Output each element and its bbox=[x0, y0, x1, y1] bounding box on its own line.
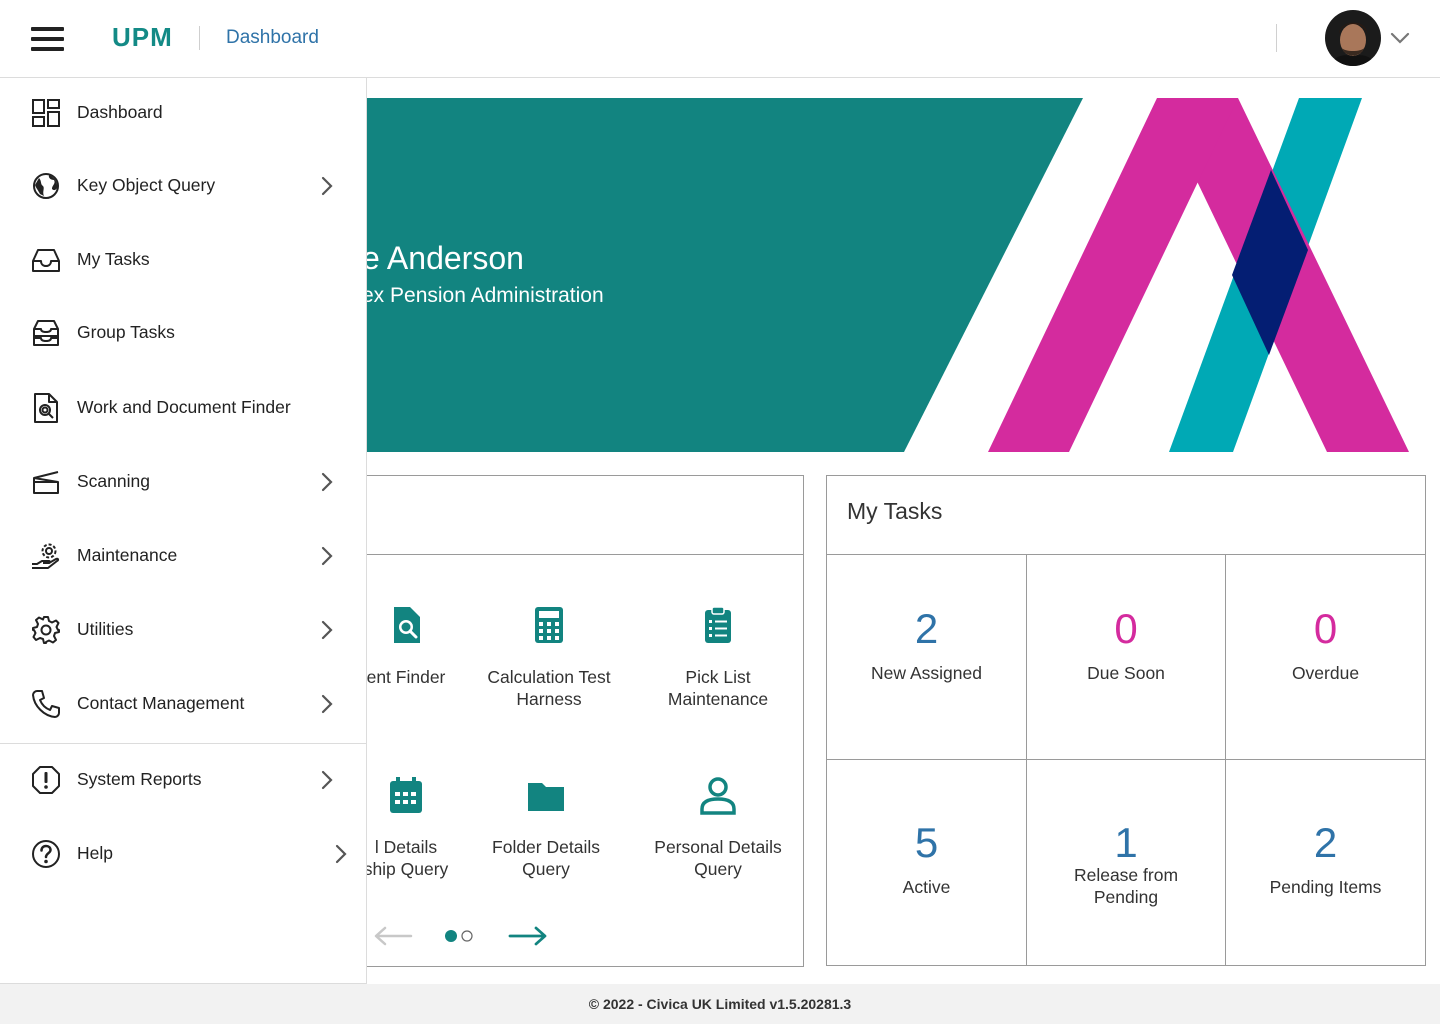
task-label: Pending Items bbox=[1269, 877, 1382, 897]
menu-item-label: Work and Document Finder bbox=[77, 397, 291, 417]
calendar-icon bbox=[390, 777, 422, 813]
menu-item-label: Scanning bbox=[77, 471, 150, 491]
top-bar: UPM Dashboard bbox=[0, 0, 1440, 78]
next-page-arrow-icon[interactable] bbox=[508, 926, 548, 946]
menu-item-system-reports[interactable]: System Reports bbox=[0, 750, 366, 810]
task-count: 5 bbox=[914, 819, 939, 866]
folder-icon bbox=[528, 783, 564, 811]
task-tile-overdue[interactable]: 0 Overdue bbox=[1226, 554, 1425, 760]
quick-link-pick-list-maintenance[interactable]: Pick List Maintenance bbox=[633, 605, 803, 710]
quick-access-card: ent Finder Calculation Test Harness Pick… bbox=[300, 475, 804, 967]
menu-divider bbox=[0, 743, 366, 744]
chevron-right-icon bbox=[321, 694, 333, 714]
chevron-right-icon bbox=[321, 620, 333, 640]
globe-icon bbox=[33, 173, 59, 199]
task-count: 1 bbox=[1114, 819, 1138, 866]
task-label: New Assigned bbox=[871, 663, 982, 683]
task-count: 0 bbox=[1114, 605, 1138, 652]
menu-item-label: System Reports bbox=[77, 769, 202, 789]
task-label: Overdue bbox=[1291, 663, 1360, 683]
banner-organisation: ex Pension Administration bbox=[362, 284, 604, 307]
side-navigation-menu: Dashboard Key Object Query My Tasks Grou… bbox=[0, 78, 367, 984]
menu-item-label: Help bbox=[77, 843, 113, 863]
task-tile-pending-items[interactable]: 2 Pending Items bbox=[1226, 760, 1425, 965]
brand-divider bbox=[199, 26, 200, 50]
menu-item-maintenance[interactable]: Maintenance bbox=[0, 526, 366, 586]
quick-link-label-2: Harness bbox=[516, 689, 582, 709]
breadcrumb: Dashboard bbox=[226, 27, 319, 48]
menu-item-label: Maintenance bbox=[77, 545, 178, 565]
menu-item-scanning[interactable]: Scanning bbox=[0, 452, 366, 512]
task-tile-due-soon[interactable]: 0 Due Soon bbox=[1027, 554, 1226, 760]
quick-link-personal-details-query[interactable]: Personal Details Query bbox=[633, 775, 803, 880]
brand-logo[interactable]: UPM bbox=[112, 22, 173, 53]
quick-link-calculation-test-harness[interactable]: Calculation Test Harness bbox=[464, 605, 634, 710]
my-tasks-card: My Tasks 2 New Assigned 0 Due Soon 0 Ove… bbox=[826, 475, 1426, 966]
quick-link-label: Pick List bbox=[685, 667, 751, 687]
menu-item-key-object-query[interactable]: Key Object Query bbox=[0, 156, 366, 216]
scanner-icon bbox=[33, 471, 59, 494]
document-search-icon bbox=[34, 393, 58, 423]
pagination-dots[interactable] bbox=[444, 928, 474, 944]
quick-link-label-2: Maintenance bbox=[667, 689, 769, 709]
phone-icon bbox=[32, 690, 60, 718]
hamburger-menu-icon[interactable] bbox=[31, 27, 64, 51]
footer-copyright: © 2022 - Civica UK Limited v1.5.20281.3 bbox=[0, 984, 1440, 1024]
quick-link-label-2: Query bbox=[694, 859, 742, 879]
person-icon bbox=[700, 777, 736, 815]
previous-page-arrow-icon[interactable] bbox=[373, 926, 413, 946]
clipboard-list-icon bbox=[705, 606, 731, 643]
quick-link-label: Folder Details bbox=[492, 837, 600, 857]
menu-item-utilities[interactable]: Utilities bbox=[0, 600, 366, 660]
help-circle-icon bbox=[32, 840, 60, 868]
chevron-right-icon bbox=[321, 546, 333, 566]
menu-item-work-document-finder[interactable]: Work and Document Finder bbox=[0, 378, 366, 438]
document-search-icon bbox=[394, 607, 420, 643]
menu-item-dashboard[interactable]: Dashboard bbox=[0, 83, 366, 143]
menu-item-label: Utilities bbox=[77, 619, 134, 639]
quick-link-folder-details-query[interactable]: Folder Details Query bbox=[461, 775, 631, 880]
task-tile-new-assigned[interactable]: 2 New Assigned bbox=[827, 554, 1027, 760]
chevron-right-icon bbox=[321, 176, 333, 196]
calculator-icon bbox=[535, 607, 563, 643]
gear-icon bbox=[32, 616, 60, 644]
menu-item-group-tasks[interactable]: Group Tasks bbox=[0, 303, 366, 363]
task-label: Due Soon bbox=[1087, 663, 1165, 683]
menu-item-label: Contact Management bbox=[77, 693, 245, 713]
quick-link-label: Calculation Test bbox=[487, 667, 611, 687]
menu-item-label: Key Object Query bbox=[77, 175, 216, 195]
quick-link-label: Personal Details bbox=[654, 837, 782, 857]
menu-item-label: Group Tasks bbox=[77, 322, 175, 342]
header-divider bbox=[1276, 24, 1277, 52]
task-label: Release from bbox=[1073, 865, 1179, 885]
alert-octagon-icon bbox=[32, 766, 60, 794]
task-count: 2 bbox=[914, 605, 939, 652]
menu-item-label: My Tasks bbox=[77, 249, 150, 269]
user-avatar[interactable] bbox=[1325, 10, 1381, 66]
stacked-inbox-icon bbox=[33, 320, 59, 346]
chevron-right-icon bbox=[321, 770, 333, 790]
task-label: Active bbox=[902, 877, 951, 897]
hand-gear-icon bbox=[32, 543, 60, 569]
quick-access-header bbox=[301, 476, 803, 555]
banner-user-name: e Anderson bbox=[362, 240, 524, 276]
menu-item-help[interactable]: Help bbox=[0, 824, 366, 884]
dashboard-icon bbox=[32, 99, 60, 127]
my-tasks-grid: 2 New Assigned 0 Due Soon 0 Overdue 5 Ac… bbox=[827, 554, 1425, 965]
chevron-down-icon[interactable] bbox=[1388, 26, 1412, 50]
menu-item-my-tasks[interactable]: My Tasks bbox=[0, 230, 366, 290]
chevron-right-icon bbox=[335, 844, 347, 864]
chevron-right-icon bbox=[321, 472, 333, 492]
task-label-2: Pending bbox=[1093, 887, 1159, 907]
task-tile-release-from-pending[interactable]: 1 Release from Pending bbox=[1027, 760, 1226, 965]
inbox-icon bbox=[32, 249, 60, 272]
my-tasks-title: My Tasks bbox=[827, 476, 1425, 555]
menu-item-contact-management[interactable]: Contact Management bbox=[0, 674, 366, 734]
task-count: 2 bbox=[1313, 819, 1338, 866]
task-tile-active[interactable]: 5 Active bbox=[827, 760, 1027, 965]
quick-link-label-2: Query bbox=[522, 859, 570, 879]
task-count: 0 bbox=[1313, 605, 1338, 652]
menu-item-label: Dashboard bbox=[77, 102, 163, 122]
